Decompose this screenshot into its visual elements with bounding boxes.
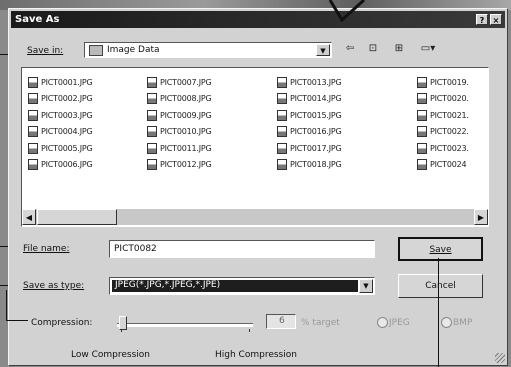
scroll-right-arrow-icon[interactable]: ▶ [474, 209, 488, 225]
list-item[interactable]: PICT0023. [417, 140, 469, 157]
file-column: PICT0013.JPG PICT0014.JPG PICT0015.JPG P… [277, 74, 342, 173]
horizontal-scrollbar[interactable]: ◀ ▶ [22, 209, 488, 225]
callout-line-compression-h [6, 320, 28, 321]
list-item[interactable]: PICT0024 [417, 157, 469, 174]
window-title: Save As [15, 14, 60, 25]
jpg-file-icon [28, 93, 38, 105]
jpg-file-icon [147, 159, 157, 171]
new-folder-icon[interactable]: ⊞ [391, 42, 407, 56]
jpg-file-icon [417, 93, 427, 105]
file-name-input[interactable]: PICT0082 [109, 240, 375, 258]
up-folder-icon[interactable]: ⊡ [365, 42, 381, 56]
save-in-value: Image Data [107, 45, 160, 55]
save-button[interactable]: Save [398, 237, 483, 261]
slider-tick [121, 329, 122, 332]
jpg-file-icon [28, 126, 38, 138]
save-as-type-select[interactable]: JPEG(*.JPG,*.JPEG,*.JPE) ▼ [109, 277, 375, 295]
save-as-dialog: Save As ? × Save in: Image Data ▼ ⇦ ⊡ ⊞ … [8, 8, 508, 366]
list-item[interactable]: PICT0015.JPG [277, 107, 342, 124]
radio-bmp-label: BMP [453, 318, 473, 328]
pointer-curve-icon [328, 0, 366, 22]
list-item[interactable]: PICT0018.JPG [277, 157, 342, 174]
radio-jpeg[interactable] [377, 317, 388, 328]
jpg-file-icon [277, 93, 287, 105]
list-item[interactable]: PICT0020. [417, 91, 469, 108]
compression-target-text: % target [301, 318, 340, 328]
file-column: PICT0019. PICT0020. PICT0021. PICT0022. … [417, 74, 469, 173]
list-item[interactable]: PICT0014.JPG [277, 91, 342, 108]
jpg-file-icon [147, 109, 157, 121]
compression-label: Compression: [31, 318, 93, 328]
file-column: PICT0001.JPG PICT0002.JPG PICT0003.JPG P… [28, 74, 93, 173]
list-item[interactable]: PICT0017.JPG [277, 140, 342, 157]
save-as-type-value: JPEG(*.JPG,*.JPEG,*.JPE) [115, 280, 221, 290]
jpg-file-icon [277, 159, 287, 171]
callout-line-save-button [438, 258, 439, 367]
help-button[interactable]: ? [476, 14, 488, 25]
jpg-file-icon [147, 93, 157, 105]
jpg-file-icon [417, 76, 427, 88]
jpg-file-icon [417, 142, 427, 154]
list-item[interactable]: PICT0005.JPG [28, 140, 93, 157]
list-item[interactable]: PICT0016.JPG [277, 124, 342, 141]
jpg-file-icon [417, 109, 427, 121]
save-in-combo[interactable]: Image Data ▼ [84, 42, 332, 58]
cancel-button[interactable]: Cancel [398, 274, 483, 298]
close-button[interactable]: × [490, 14, 502, 25]
jpg-file-icon [417, 159, 427, 171]
jpg-file-icon [28, 159, 38, 171]
file-name-label: File name: [23, 244, 70, 254]
folder-icon [89, 45, 103, 56]
list-item[interactable]: PICT0019. [417, 74, 469, 91]
jpg-file-icon [277, 126, 287, 138]
list-item[interactable]: PICT0009.JPG [147, 107, 212, 124]
title-bar: Save As ? × [11, 11, 505, 28]
list-item[interactable]: PICT0006.JPG [28, 157, 93, 174]
compression-value-field[interactable]: 6 [266, 314, 296, 329]
high-compression-label: High Compression [215, 350, 297, 360]
list-item[interactable]: PICT0001.JPG [28, 74, 93, 91]
slider-tick [249, 329, 250, 332]
jpg-file-icon [417, 126, 427, 138]
save-in-label: Save in: [27, 46, 64, 56]
scroll-thumb[interactable] [37, 209, 117, 225]
jpg-file-icon [147, 142, 157, 154]
file-name-value: PICT0082 [114, 244, 157, 254]
list-item[interactable]: PICT0002.JPG [28, 91, 93, 108]
list-item[interactable]: PICT0021. [417, 107, 469, 124]
view-menu-icon[interactable]: ▭▾ [417, 42, 439, 56]
list-item[interactable]: PICT0003.JPG [28, 107, 93, 124]
file-list[interactable]: PICT0001.JPG PICT0002.JPG PICT0003.JPG P… [21, 67, 489, 227]
scroll-left-arrow-icon[interactable]: ◀ [22, 209, 36, 225]
list-item[interactable]: PICT0004.JPG [28, 124, 93, 141]
radio-bmp[interactable] [441, 317, 452, 328]
save-as-type-label: Save as type: [23, 281, 85, 291]
file-column: PICT0007.JPG PICT0008.JPG PICT0009.JPG P… [147, 74, 212, 173]
chevron-down-icon[interactable]: ▼ [316, 44, 330, 56]
list-item[interactable]: PICT0022. [417, 124, 469, 141]
list-item[interactable]: PICT0011.JPG [147, 140, 212, 157]
jpg-file-icon [147, 126, 157, 138]
callout-line-compression [6, 290, 7, 320]
list-item[interactable]: PICT0007.JPG [147, 74, 212, 91]
jpg-file-icon [277, 76, 287, 88]
list-item[interactable]: PICT0013.JPG [277, 74, 342, 91]
jpg-file-icon [28, 142, 38, 154]
radio-jpeg-label: JPEG [389, 318, 410, 328]
jpg-file-icon [147, 76, 157, 88]
jpg-file-icon [28, 76, 38, 88]
list-item[interactable]: PICT0012.JPG [147, 157, 212, 174]
compression-slider-thumb[interactable] [119, 316, 127, 330]
low-compression-label: Low Compression [71, 350, 150, 360]
list-item[interactable]: PICT0010.JPG [147, 124, 212, 141]
jpg-file-icon [28, 109, 38, 121]
list-item[interactable]: PICT0008.JPG [147, 91, 212, 108]
compression-slider-track[interactable] [117, 323, 253, 327]
back-arrow-icon[interactable]: ⇦ [343, 42, 357, 56]
jpg-file-icon [277, 142, 287, 154]
jpg-file-icon [277, 109, 287, 121]
resize-grip-icon[interactable] [495, 353, 505, 363]
chevron-down-icon[interactable]: ▼ [359, 279, 373, 293]
